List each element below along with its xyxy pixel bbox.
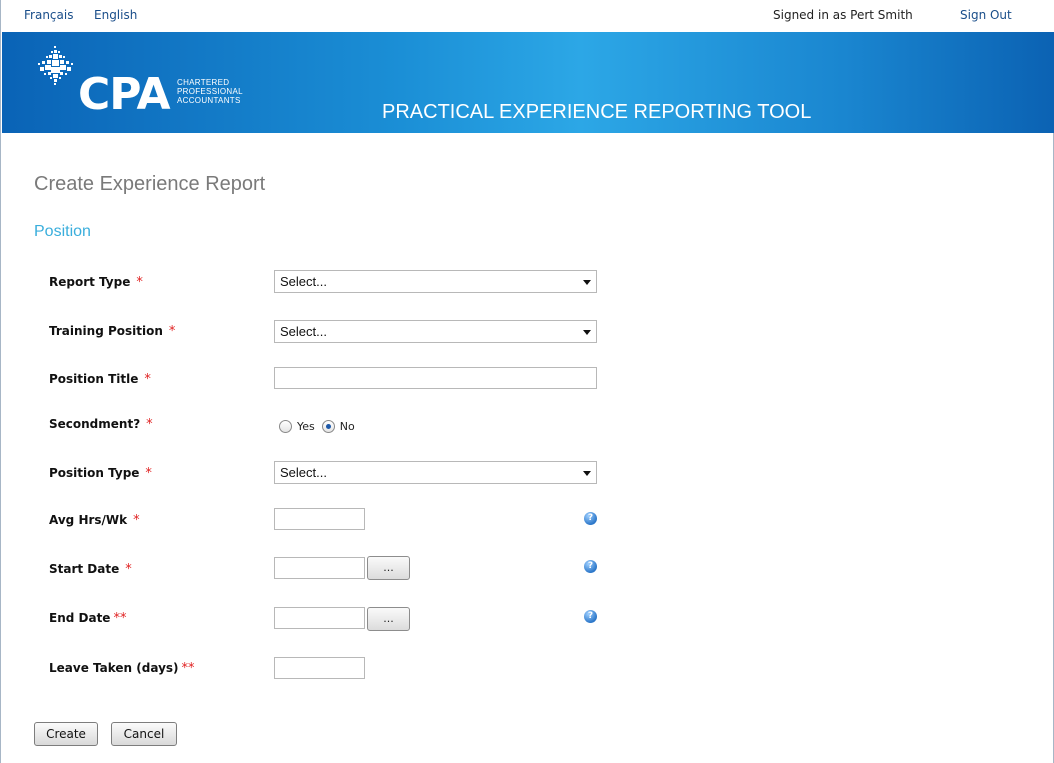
report-type-label-text: Report Type: [49, 275, 131, 289]
sign-out-link[interactable]: Sign Out: [960, 8, 1012, 22]
required-marker: *: [125, 562, 132, 577]
secondment-label: Secondment? *: [49, 417, 153, 432]
signed-in-text: Signed in as Pert Smith: [773, 8, 913, 22]
position-title-input[interactable]: [274, 367, 597, 389]
report-type-label: Report Type *: [49, 275, 143, 290]
help-icon[interactable]: ?: [584, 512, 597, 525]
chevron-down-icon: [583, 280, 591, 285]
language-english-link[interactable]: English: [94, 8, 137, 22]
logo-sub-line-1: CHARTERED: [177, 78, 230, 87]
required-marker: **: [113, 611, 127, 626]
secondment-label-text: Secondment?: [49, 417, 141, 431]
logo-subtitle: CHARTERED PROFESSIONAL ACCOUNTANTS: [177, 78, 243, 105]
page-frame: Français English Signed in as Pert Smith…: [0, 0, 1054, 763]
required-marker: *: [168, 324, 176, 339]
help-icon[interactable]: ?: [584, 560, 597, 573]
logo-sub-line-2: PROFESSIONAL: [177, 87, 243, 96]
top-bar: Français English Signed in as Pert Smith…: [2, 0, 1054, 32]
language-french-link[interactable]: Français: [24, 8, 73, 22]
avg-hrs-input[interactable]: [274, 508, 365, 530]
header-banner: CPA CHARTERED PROFESSIONAL ACCOUNTANTS P…: [2, 32, 1054, 133]
end-date-input[interactable]: [274, 607, 365, 629]
leave-taken-input[interactable]: [274, 657, 365, 679]
training-position-label-text: Training Position: [49, 324, 163, 338]
app-title: PRACTICAL EXPERIENCE REPORTING TOOL: [382, 101, 812, 123]
required-marker: **: [181, 661, 195, 676]
start-date-input[interactable]: [274, 557, 365, 579]
required-marker: *: [144, 372, 151, 387]
secondment-no-radio[interactable]: [321, 419, 335, 433]
training-position-select[interactable]: Select...: [274, 320, 597, 343]
leave-taken-label: Leave Taken (days) **: [49, 661, 195, 676]
required-marker: *: [136, 275, 143, 290]
section-title-position: Position: [34, 223, 91, 240]
logo-sub-line-3: ACCOUNTANTS: [177, 96, 241, 105]
secondment-yes-label[interactable]: Yes: [297, 420, 315, 433]
required-marker: *: [145, 466, 152, 481]
secondment-yes-radio[interactable]: [279, 419, 292, 433]
avg-hrs-label: Avg Hrs/Wk *: [49, 513, 140, 528]
position-type-label: Position Type *: [49, 466, 152, 481]
cancel-button[interactable]: Cancel: [111, 722, 177, 746]
leave-taken-label-text: Leave Taken (days): [49, 661, 179, 675]
maple-leaf-icon: [38, 46, 73, 85]
report-type-select[interactable]: Select...: [274, 270, 597, 293]
start-date-picker-button[interactable]: ...: [367, 556, 410, 580]
page-title: Create Experience Report: [34, 173, 266, 195]
position-type-label-text: Position Type: [49, 466, 140, 480]
secondment-no-label[interactable]: No: [340, 420, 355, 433]
avg-hrs-label-text: Avg Hrs/Wk: [49, 513, 128, 527]
position-type-value: Select...: [280, 465, 327, 480]
report-type-value: Select...: [280, 274, 327, 289]
position-title-label: Position Title *: [49, 372, 151, 387]
start-date-label: Start Date *: [49, 562, 132, 577]
end-date-label: End Date **: [49, 611, 126, 626]
help-icon[interactable]: ?: [584, 610, 597, 623]
start-date-label-text: Start Date: [49, 562, 120, 576]
end-date-picker-button[interactable]: ...: [367, 607, 410, 631]
training-position-value: Select...: [280, 324, 327, 339]
required-marker: *: [133, 513, 140, 528]
required-marker: *: [146, 417, 153, 432]
cpa-logo-text: CPA: [78, 69, 171, 120]
training-position-label: Training Position *: [49, 324, 175, 339]
position-type-select[interactable]: Select...: [274, 461, 597, 484]
chevron-down-icon: [583, 471, 591, 476]
chevron-down-icon: [583, 330, 591, 335]
create-button[interactable]: Create: [34, 722, 98, 746]
secondment-radio-group: Yes No: [279, 418, 362, 434]
end-date-label-text: End Date: [49, 611, 111, 625]
position-title-label-text: Position Title: [49, 372, 139, 386]
